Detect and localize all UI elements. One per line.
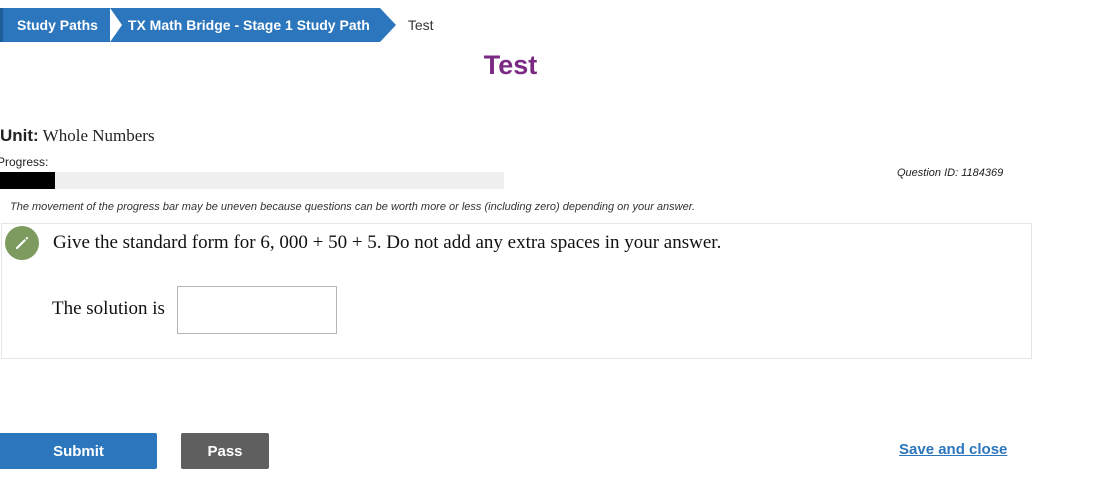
breadcrumb-study-path-label: TX Math Bridge - Stage 1 Study Path bbox=[127, 17, 370, 33]
progress-bar bbox=[0, 172, 504, 189]
question-box: Give the standard form for 6, 000 + 50 +… bbox=[1, 223, 1032, 359]
pass-button[interactable]: Pass bbox=[181, 433, 269, 469]
save-and-close-link[interactable]: Save and close bbox=[899, 441, 1007, 458]
progress-note: The movement of the progress bar may be … bbox=[10, 201, 696, 213]
breadcrumb-current: Test bbox=[407, 17, 434, 33]
test-page: Study Paths TX Math Bridge - Stage 1 Stu… bbox=[0, 0, 1101, 481]
breadcrumb-study-path[interactable]: TX Math Bridge - Stage 1 Study Path bbox=[109, 8, 380, 42]
breadcrumb-separator-icon bbox=[109, 8, 122, 42]
progress-label: Progress: bbox=[0, 155, 49, 169]
progress-fill bbox=[0, 172, 56, 189]
question-id: Question ID: 1184369 bbox=[897, 167, 1004, 179]
unit-name: Whole Numbers bbox=[42, 126, 155, 145]
solution-label: The solution is bbox=[52, 298, 165, 319]
pencil-icon bbox=[5, 226, 39, 260]
breadcrumb-study-paths[interactable]: Study Paths bbox=[0, 8, 110, 42]
breadcrumb-arrow-icon bbox=[379, 8, 396, 42]
question-prompt: Give the standard form for 6, 000 + 50 +… bbox=[53, 232, 722, 253]
unit-label: Unit: bbox=[0, 126, 39, 145]
solution-input[interactable] bbox=[177, 286, 337, 334]
unit-line: Unit: Whole Numbers bbox=[0, 126, 155, 146]
submit-button[interactable]: Submit bbox=[0, 433, 157, 469]
page-title: Test bbox=[483, 50, 538, 80]
breadcrumb: Study Paths TX Math Bridge - Stage 1 Stu… bbox=[0, 8, 434, 42]
